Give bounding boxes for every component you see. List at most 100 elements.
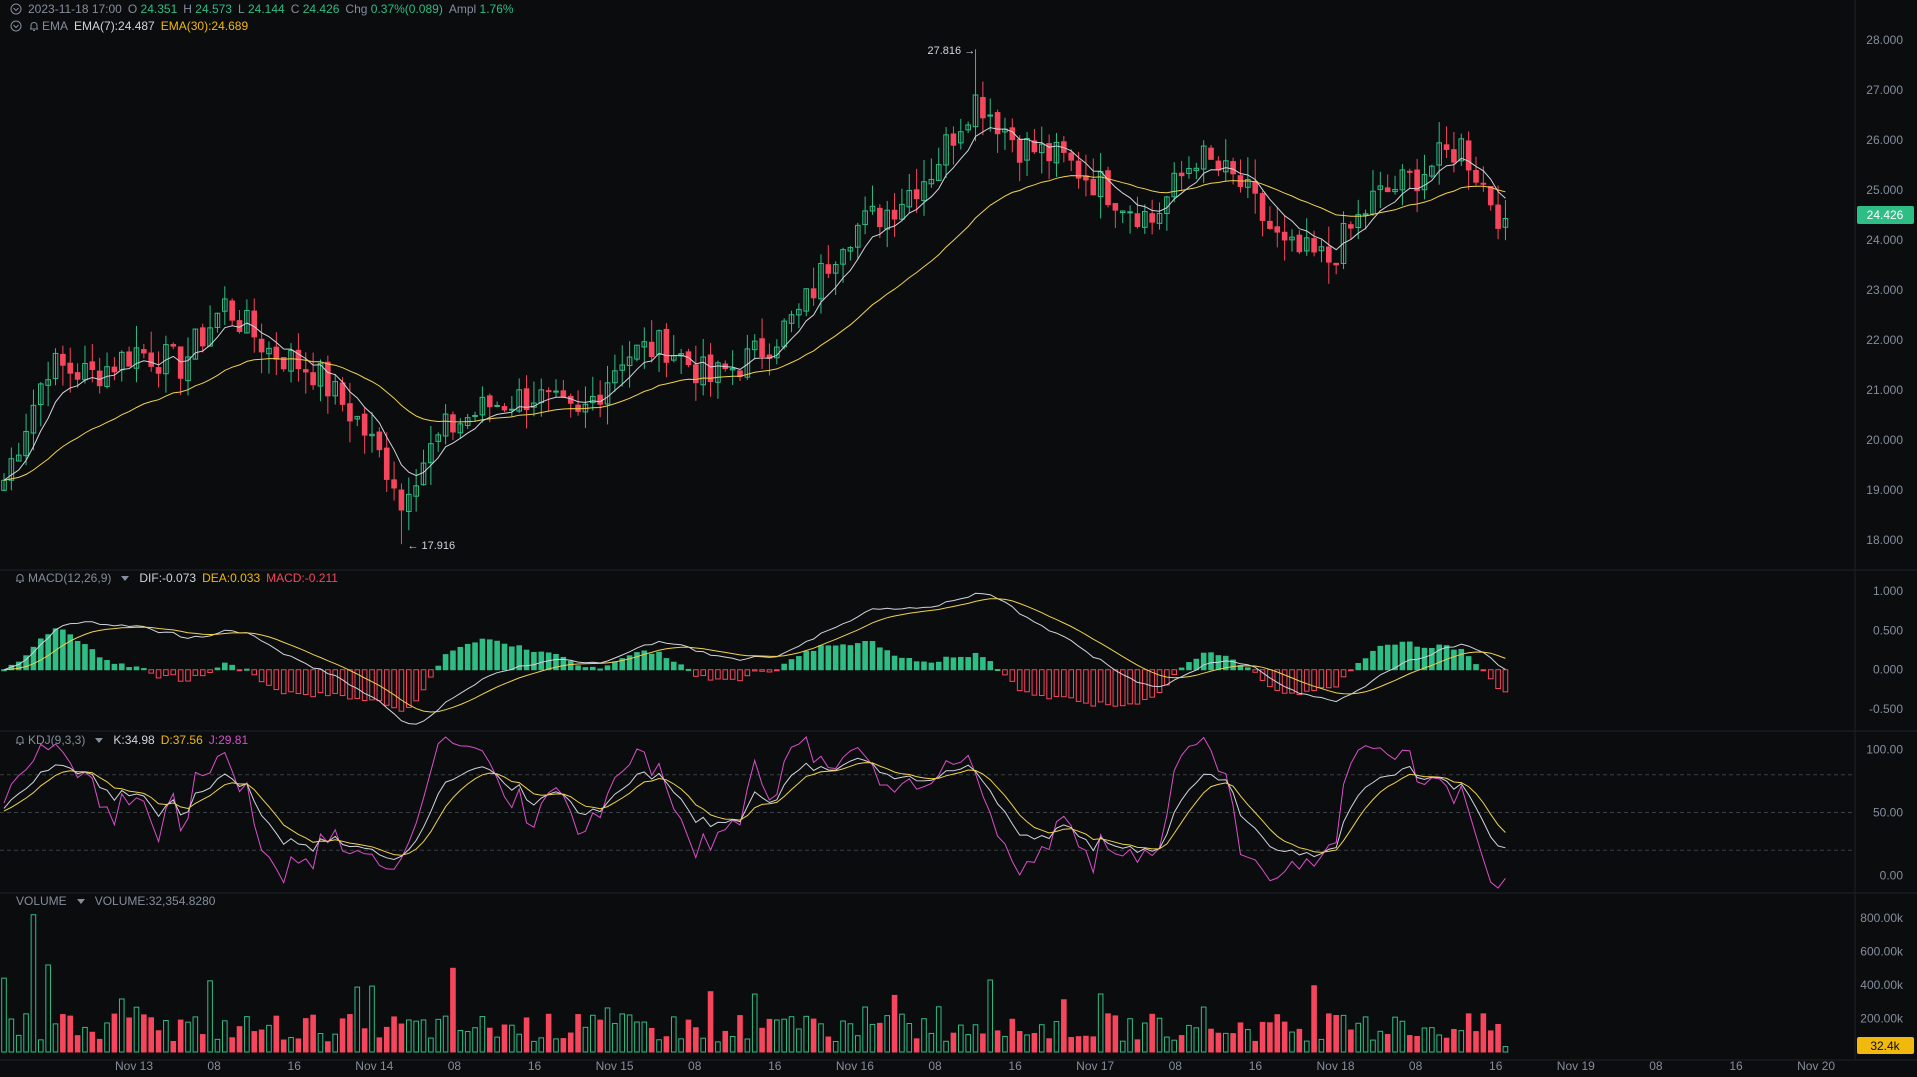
macd-histogram-bar (1200, 652, 1207, 671)
candle-body (648, 341, 655, 357)
volume-bar (383, 1026, 390, 1053)
candle-body (273, 346, 280, 360)
macd-histogram-bar (972, 652, 979, 671)
volume-bar (1230, 1033, 1236, 1053)
macd-histogram-bar (950, 657, 957, 671)
candle-body (825, 264, 832, 274)
volume-bar (707, 991, 714, 1053)
macd-histogram-bar (531, 651, 537, 671)
volume-bar (722, 1030, 729, 1053)
macd-histogram-bar (943, 656, 949, 671)
chevron-down-icon[interactable] (121, 575, 130, 581)
ampl-label: Ampl (448, 2, 477, 16)
candle-body (980, 96, 986, 119)
macd-histogram-bar (111, 663, 118, 671)
macd-histogram-bar (590, 666, 596, 671)
bell-icon[interactable] (14, 572, 26, 584)
volume-bar (825, 1036, 832, 1053)
volume-bar (1487, 1030, 1494, 1053)
candle-body (1215, 160, 1222, 171)
macd-histogram-bar (796, 656, 802, 671)
candle-body (1259, 193, 1266, 221)
volume-bar (199, 1034, 206, 1053)
macd-histogram-bar (464, 643, 471, 671)
volume-bar (766, 1018, 773, 1053)
macd-histogram-bar (60, 629, 66, 671)
macd-histogram-bar (494, 640, 500, 671)
time-tick-label: Nov 19 (1557, 1059, 1595, 1073)
macd-histogram-bar (1451, 649, 1457, 671)
candle-body (1465, 140, 1472, 171)
volume-bar (1296, 1028, 1303, 1053)
trading-chart[interactable]: 18.000 19.000 20.000 21.000 22.000 23.000 24.0… (0, 0, 1917, 1077)
time-tick-label: Nov 18 (1316, 1059, 1354, 1073)
open-value: 24.351 (140, 2, 178, 16)
open-label: O (127, 2, 138, 16)
volume-bar (1090, 1036, 1097, 1053)
ema7-value: EMA(7):24.487 (74, 19, 155, 33)
macd-histogram-bar (236, 669, 243, 672)
close-label: C (290, 2, 300, 16)
macd-histogram-bar (1362, 658, 1369, 671)
macd-histogram-bar (435, 665, 442, 671)
kdj-tick-label: 100.00 (1866, 743, 1903, 757)
bell-icon[interactable] (14, 734, 26, 746)
volume-bar (251, 1031, 258, 1053)
volume-bar (1267, 1022, 1273, 1053)
collapse-chevron-icon[interactable] (10, 3, 22, 15)
candle-body (810, 288, 817, 299)
chevron-down-icon[interactable] (95, 737, 104, 743)
chg-label: Chg (345, 2, 368, 16)
macd-histogram-bar (1370, 650, 1376, 671)
macd-histogram-bar (1377, 645, 1384, 671)
candle-body (229, 300, 235, 321)
macd-histogram-bar (781, 663, 787, 671)
volume-bar (663, 1036, 670, 1053)
macd-histogram-bar (935, 661, 942, 671)
volume-bar (450, 967, 456, 1053)
macd-histogram-bar (1193, 658, 1200, 671)
macd-tick-label: 0.000 (1873, 663, 1903, 677)
candle-body (450, 414, 456, 433)
candle-body (1127, 211, 1133, 214)
volume-bar (648, 1027, 655, 1053)
volume-bar (60, 1014, 66, 1053)
time-tick-label: Nov 17 (1076, 1059, 1114, 1073)
macd-value: MACD:-0.211 (266, 571, 338, 585)
candle-body (1451, 149, 1457, 163)
macd-histogram-bar (818, 645, 824, 671)
macd-histogram-bar (604, 665, 611, 671)
macd-histogram-bar (891, 655, 898, 671)
macd-histogram-bar (1480, 669, 1487, 672)
kdj-j: J:29.81 (208, 733, 249, 747)
price-tick-label: 24.000 (1866, 233, 1903, 247)
macd-label: MACD(12,26,9) (28, 571, 112, 585)
candle-body (126, 351, 132, 367)
volume-bar (1311, 985, 1317, 1053)
time-tick-label: 08 (448, 1059, 462, 1073)
chevron-down-icon[interactable] (76, 898, 85, 904)
macd-histogram-bar (1436, 644, 1443, 671)
price-tick-label: 20.000 (1866, 433, 1903, 447)
candle-body (1281, 231, 1288, 241)
volume-bar (1443, 1037, 1450, 1053)
candle-body (391, 479, 397, 489)
volume-bar (560, 1038, 567, 1053)
macd-histogram-bar (229, 664, 235, 671)
candle-body (1178, 172, 1185, 177)
macd-histogram-bar (670, 661, 677, 671)
candle-body (74, 372, 81, 380)
candle-body (501, 406, 508, 411)
candle-body (141, 349, 147, 354)
candle-body (1068, 152, 1075, 161)
collapse-chevron-icon[interactable] (10, 20, 22, 32)
volume-bar (236, 1026, 243, 1053)
bell-icon[interactable] (28, 20, 40, 32)
time-tick-label: 08 (1409, 1059, 1423, 1073)
macd-histogram-bar (648, 653, 655, 671)
macd-histogram-bar (906, 658, 913, 671)
volume-bar (258, 1029, 265, 1053)
volume-bar (111, 1013, 118, 1053)
volume-bar (1252, 1040, 1259, 1053)
volume-bar (1112, 1015, 1119, 1053)
